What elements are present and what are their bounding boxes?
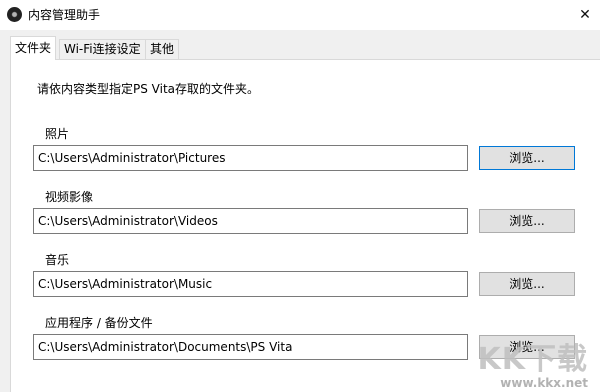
photos-path-field[interactable]: C:\Users\Administrator\Pictures (33, 145, 468, 171)
music-label: 音乐 (45, 253, 70, 267)
tab-other[interactable]: 其他 (145, 39, 180, 59)
photos-browse-button[interactable]: 浏览... (479, 146, 575, 170)
apps-backup-path-field[interactable]: C:\Users\Administrator\Documents\PS Vita (33, 334, 468, 360)
videos-browse-button[interactable]: 浏览... (479, 209, 575, 233)
photos-label: 照片 (45, 127, 70, 141)
apps-backup-label: 应用程序 / 备份文件 (45, 316, 153, 330)
watermark-logo: KK下载 (477, 342, 588, 377)
close-button[interactable]: ✕ (570, 0, 600, 30)
title-bar: 内容管理助手 ✕ (0, 0, 600, 30)
watermark-url: www.kkx.net (500, 376, 588, 390)
tab-folders[interactable]: 文件夹 (10, 36, 57, 60)
instruction-text: 请依内容类型指定PS Vita存取的文件夹。 (37, 82, 260, 96)
watermark: KK下载 www.kkx.net (477, 342, 589, 391)
videos-path-field[interactable]: C:\Users\Administrator\Videos (33, 208, 468, 234)
window-title: 内容管理助手 (28, 8, 101, 22)
music-path-field[interactable]: C:\Users\Administrator\Music (33, 271, 468, 297)
tab-wifi-settings[interactable]: Wi-Fi连接设定 (59, 39, 146, 59)
app-icon (7, 7, 22, 22)
videos-label: 视频影像 (45, 190, 94, 204)
music-browse-button[interactable]: 浏览... (479, 272, 575, 296)
